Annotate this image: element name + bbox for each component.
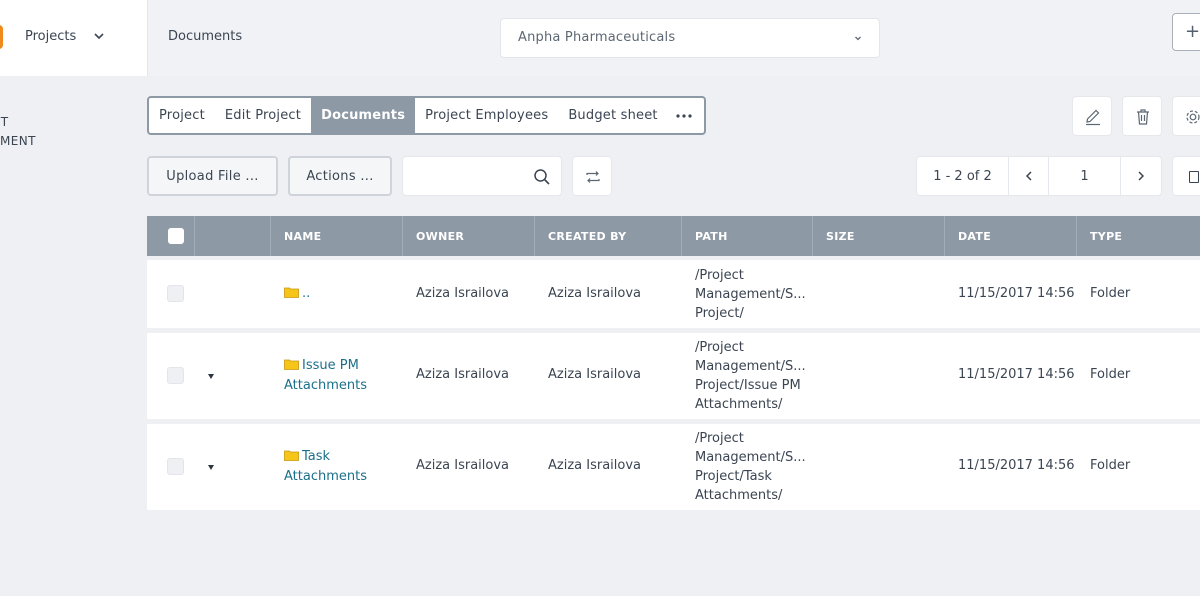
project-tabs: Project Edit Project Documents Project E…	[147, 96, 706, 135]
record-count: 1 - 2 of 2	[917, 157, 1009, 195]
app-logo	[0, 25, 3, 49]
pagination: 1 - 2 of 2 1	[916, 156, 1162, 196]
table-header: NAME OWNER CREATED BY PATH SIZE DATE TYP…	[147, 216, 1200, 256]
settings-button[interactable]	[1172, 96, 1200, 136]
more-tabs-button[interactable]	[668, 98, 704, 133]
actions-button[interactable]: Actions ...	[288, 156, 392, 196]
breadcrumb: Documents	[168, 29, 243, 44]
sidebar-item-label-line2: EMENT	[0, 134, 36, 148]
column-header-date[interactable]: DATE	[944, 216, 1076, 256]
path-line: /Project	[695, 431, 744, 446]
created-by-cell: Aziza Israilova	[548, 367, 642, 382]
owner-cell: Aziza Israilova	[416, 458, 510, 473]
table-row[interactable]: .. Aziza Israilova Aziza Israilova /Proj…	[147, 260, 1200, 328]
folder-name[interactable]: Task	[302, 449, 330, 464]
select-all-checkbox[interactable]	[168, 228, 184, 244]
tab-documents[interactable]: Documents	[311, 98, 416, 133]
tab-project-employees[interactable]: Project Employees	[415, 98, 558, 133]
column-header-name[interactable]: NAME	[270, 216, 402, 256]
trash-icon	[1137, 109, 1149, 125]
chevron-left-icon	[1025, 171, 1032, 181]
owner-cell: Aziza Israilova	[416, 367, 510, 382]
name-cell[interactable]: Task Attachments	[284, 447, 367, 487]
path-line: Attachments/	[695, 488, 783, 503]
tab-budget-sheet[interactable]: Budget sheet	[558, 98, 667, 133]
company-select-value: Anpha Pharmaceuticals	[518, 30, 676, 45]
owner-cell: Aziza Israilova	[416, 286, 510, 301]
sidebar-item-label-line1: CT	[0, 115, 9, 129]
search-icon[interactable]	[533, 168, 551, 186]
created-by-cell: Aziza Israilova	[548, 286, 642, 301]
chevron-down-icon	[855, 36, 861, 41]
folder-name[interactable]: ..	[302, 286, 310, 301]
column-header-type[interactable]: TYPE	[1076, 216, 1200, 256]
gear-icon	[1186, 110, 1200, 124]
document-icon	[1189, 171, 1199, 183]
folder-icon	[284, 359, 299, 370]
name-cell[interactable]: ..	[284, 284, 310, 304]
path-line: Project/Issue PM	[695, 378, 801, 393]
path-cell: /Project Management/S... Project/Task At…	[695, 429, 806, 505]
pencil-icon	[1086, 109, 1100, 126]
date-cell: 11/15/2017 14:56	[958, 286, 1075, 301]
folder-icon	[284, 450, 299, 461]
table-row[interactable]: Issue PM Attachments Aziza Israilova Azi…	[147, 333, 1200, 419]
column-expand	[194, 216, 270, 256]
search-field[interactable]	[402, 156, 562, 196]
table-row[interactable]: Task Attachments Aziza Israilova Aziza I…	[147, 424, 1200, 510]
date-cell: 11/15/2017 14:56	[958, 367, 1075, 382]
path-line: Attachments/	[695, 397, 783, 412]
expand-caret-icon[interactable]	[208, 374, 214, 379]
path-cell: /Project Management/S... Project/Issue P…	[695, 338, 806, 414]
column-header-size[interactable]: SIZE	[812, 216, 944, 256]
page-number-input[interactable]: 1	[1049, 157, 1121, 195]
refresh-icon	[586, 171, 600, 183]
sidebar-item-project-management[interactable]: CT EMENT	[0, 113, 36, 151]
chevron-down-icon[interactable]	[93, 30, 105, 42]
date-cell: 11/15/2017 14:56	[958, 458, 1075, 473]
row-checkbox[interactable]	[167, 458, 184, 475]
expand-caret-icon[interactable]	[208, 465, 214, 470]
row-checkbox[interactable]	[167, 367, 184, 384]
prev-page-button[interactable]	[1009, 157, 1049, 195]
edit-button[interactable]	[1072, 96, 1112, 136]
folder-name-line2[interactable]: Attachments	[284, 467, 367, 487]
folder-name[interactable]: Issue PM	[302, 358, 359, 373]
tab-project[interactable]: Project	[149, 98, 215, 133]
delete-button[interactable]	[1122, 96, 1162, 136]
view-toggle-button[interactable]	[1172, 156, 1200, 196]
path-line: Project/	[695, 306, 744, 321]
column-header-created-by[interactable]: CREATED BY	[534, 216, 681, 256]
type-cell: Folder	[1090, 286, 1131, 301]
path-line: /Project	[695, 268, 744, 283]
chevron-right-icon	[1138, 171, 1145, 181]
tab-edit-project[interactable]: Edit Project	[215, 98, 311, 133]
app-switcher[interactable]: Projects	[0, 0, 148, 76]
column-header-owner[interactable]: OWNER	[402, 216, 534, 256]
path-line: /Project	[695, 340, 744, 355]
type-cell: Folder	[1090, 458, 1131, 473]
folder-icon	[284, 287, 299, 298]
created-by-cell: Aziza Israilova	[548, 458, 642, 473]
type-cell: Folder	[1090, 367, 1131, 382]
folder-name-line2[interactable]: Attachments	[284, 376, 367, 396]
top-bar: Projects Documents Anpha Pharmaceuticals…	[0, 0, 1200, 76]
column-header-path[interactable]: PATH	[681, 216, 812, 256]
plus-icon: +	[1185, 21, 1200, 42]
refresh-button[interactable]	[572, 156, 612, 196]
row-checkbox[interactable]	[167, 285, 184, 302]
upload-file-button[interactable]: Upload File ...	[147, 156, 278, 196]
path-line: Project/Task	[695, 469, 772, 484]
path-cell: /Project Management/S... Project/	[695, 266, 806, 323]
add-button[interactable]: +	[1172, 13, 1200, 51]
path-line: Management/S...	[695, 359, 806, 374]
more-horizontal-icon	[676, 113, 692, 118]
next-page-button[interactable]	[1121, 157, 1161, 195]
path-line: Management/S...	[695, 450, 806, 465]
path-line: Management/S...	[695, 287, 806, 302]
company-select[interactable]: Anpha Pharmaceuticals	[500, 18, 880, 58]
app-menu-label[interactable]: Projects	[25, 29, 76, 44]
search-input[interactable]	[411, 167, 521, 187]
name-cell[interactable]: Issue PM Attachments	[284, 356, 367, 396]
